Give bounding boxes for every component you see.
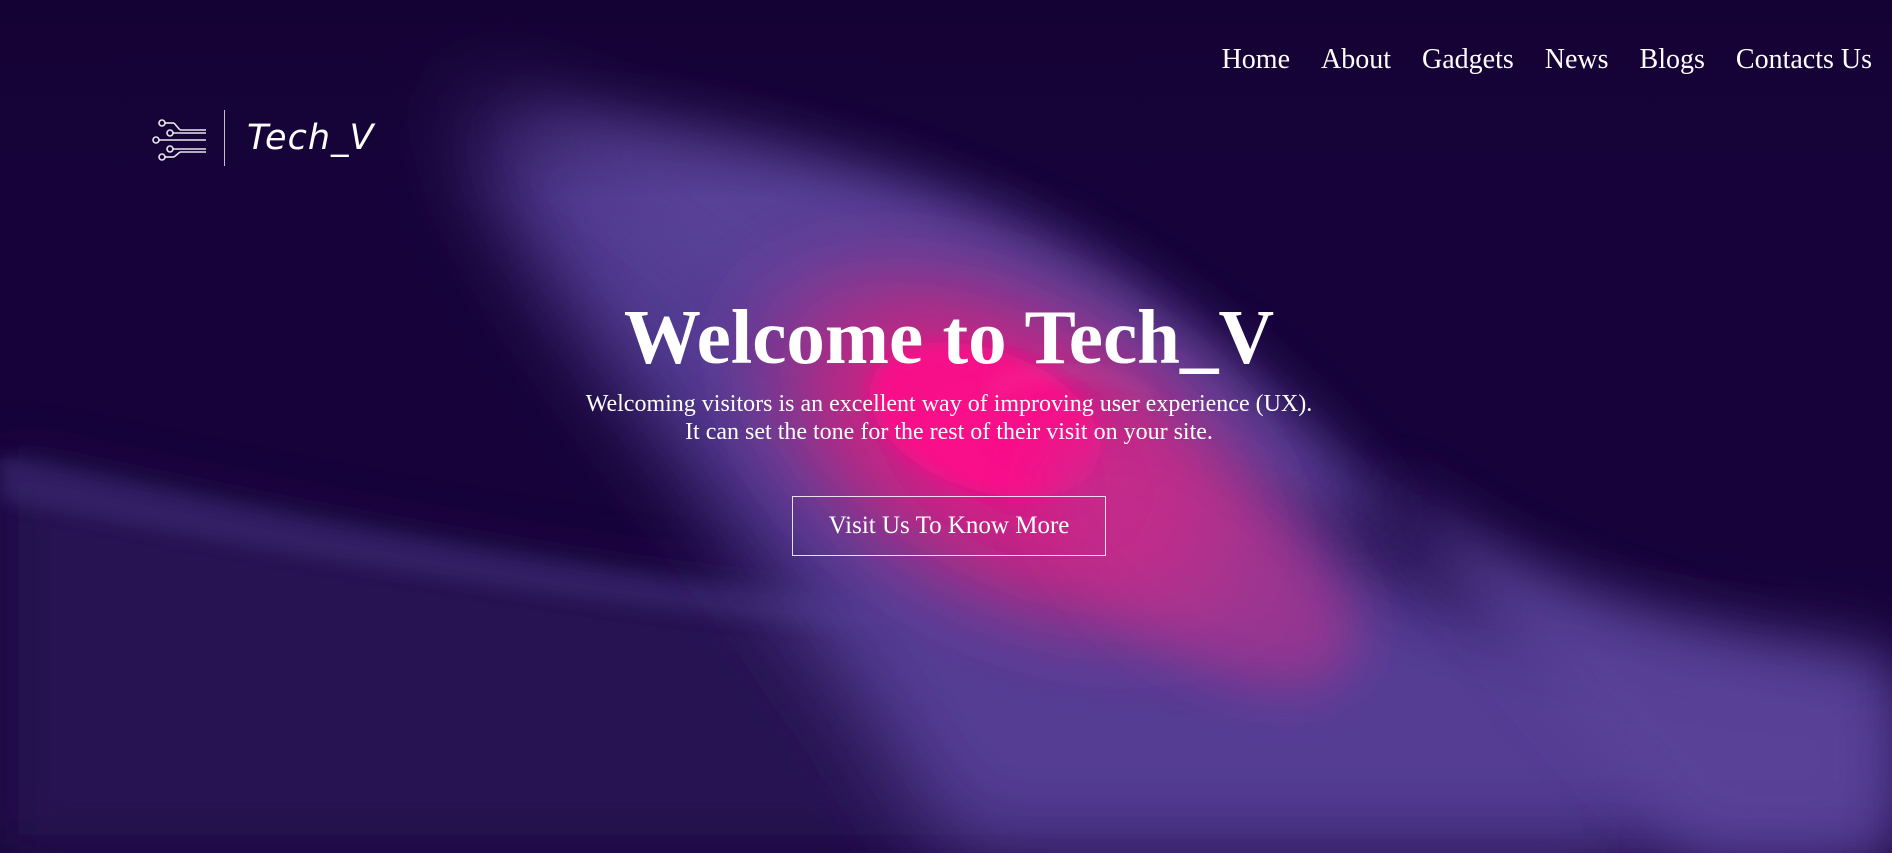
site-logo[interactable]: Tech_V (150, 110, 374, 166)
hero-subtitle: Welcoming visitors is an excellent way o… (0, 390, 1892, 446)
nav-home-link[interactable]: Home (1222, 46, 1290, 74)
nav-about-link[interactable]: About (1321, 46, 1391, 74)
logo-text: Tech_V (247, 118, 375, 158)
hero-subtitle-line-1: Welcoming visitors is an excellent way o… (585, 390, 1313, 417)
hero-title: Welcome to Tech_V (623, 294, 1275, 380)
visit-us-button[interactable]: Visit Us To Know More (791, 495, 1107, 556)
hero-section: Welcome to Tech_V Welcoming visitors is … (0, 295, 1892, 556)
main-nav: Home About Gadgets News Blogs Contacts U… (1222, 46, 1872, 74)
hero-subtitle-line-2: It can set the tone for the rest of thei… (685, 418, 1213, 445)
nav-blogs-link[interactable]: Blogs (1640, 46, 1705, 74)
circuit-lines-icon (152, 119, 206, 161)
page: Home About Gadgets News Blogs Contacts U… (0, 0, 1892, 853)
nav-gadgets-link[interactable]: Gadgets (1422, 46, 1514, 74)
nav-contacts-link[interactable]: Contacts Us (1736, 46, 1872, 74)
nav-news-link[interactable]: News (1545, 46, 1609, 74)
logo-divider (224, 110, 225, 166)
